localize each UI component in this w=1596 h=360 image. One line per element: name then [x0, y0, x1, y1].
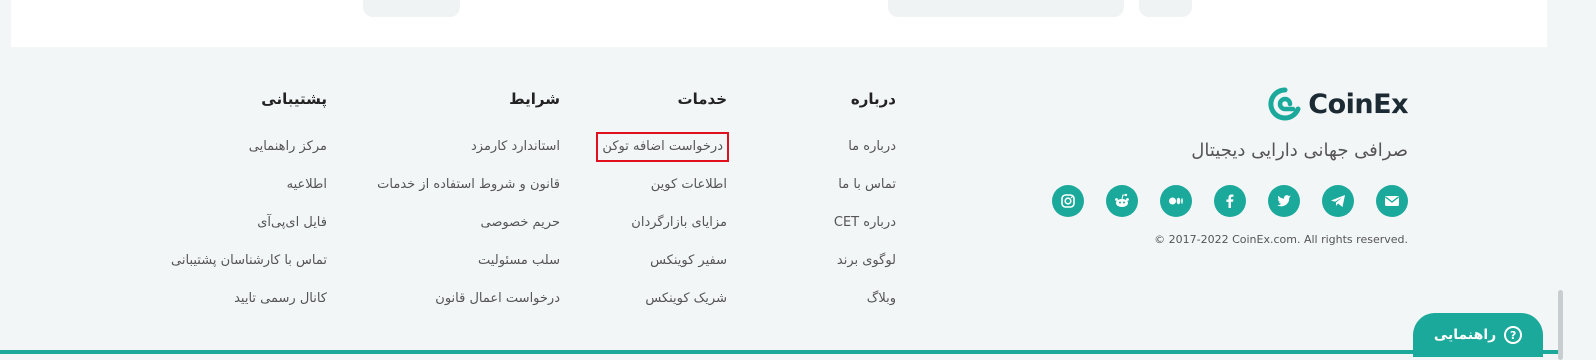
scrollbar-thumb[interactable]	[1558, 290, 1563, 360]
column-title: درباره	[850, 90, 896, 108]
top-content-card	[11, 0, 1547, 47]
footer-column-terms: شرایط استاندارد کارمزد قانون و شروط استف…	[377, 88, 560, 318]
link-market-maker-benefits[interactable]: مزایای بازارگردان	[598, 204, 727, 242]
footer-column-services: خدمات درخواست اضافه توکن اطلاعات کوین مز…	[596, 88, 729, 318]
link-fee-standard[interactable]: استاندارد کارمزد	[377, 128, 560, 166]
help-button[interactable]: ? راهنمایی	[1413, 313, 1543, 357]
twitter-icon[interactable]	[1268, 185, 1300, 217]
bottom-accent-bar	[0, 350, 1596, 354]
page-edge	[1558, 0, 1596, 360]
link-blog[interactable]: وبلاگ	[834, 280, 896, 318]
link-about-cet[interactable]: درباره CET	[834, 204, 896, 242]
mail-icon[interactable]	[1376, 185, 1408, 217]
medium-icon[interactable]	[1160, 185, 1192, 217]
brand-name: CoinEx	[1308, 88, 1408, 120]
footer-column-about: درباره درباره ما تماس با ما درباره CET ل…	[834, 88, 896, 318]
link-token-listing-request[interactable]: درخواست اضافه توکن	[596, 132, 729, 162]
link-partner[interactable]: شریک کوینکس	[598, 280, 727, 318]
copyright-text: © 2017-2022 CoinEx.com. All rights reser…	[1154, 233, 1408, 246]
coinex-logo-icon	[1268, 87, 1301, 121]
link-contact-us[interactable]: تماس با ما	[834, 166, 896, 204]
top-card-element	[888, 0, 1124, 17]
link-ambassador[interactable]: سفیر کوینکس	[598, 242, 727, 280]
link-terms-of-service[interactable]: قانون و شروط استفاده از خدمات	[377, 166, 560, 204]
question-icon: ?	[1504, 326, 1523, 344]
link-law-enforcement[interactable]: درخواست اعمال قانون	[377, 280, 560, 318]
help-button-label: راهنمایی	[1433, 327, 1497, 343]
facebook-icon[interactable]	[1214, 185, 1246, 217]
link-coin-info[interactable]: اطلاعات کوین	[598, 166, 727, 204]
column-title: خدمات	[677, 90, 727, 108]
top-card-element	[1139, 0, 1192, 17]
column-title: شرایط	[509, 90, 560, 108]
link-privacy[interactable]: حریم خصوصی	[377, 204, 560, 242]
link-official-verification[interactable]: کانال رسمی تایید	[171, 280, 327, 318]
footer-column-support: پشتیبانی مرکز راهنمایی اطلاعیه فایل ای‌پ…	[171, 88, 327, 318]
link-brand-logo[interactable]: لوگوی برند	[834, 242, 896, 280]
column-title: پشتیبانی	[261, 90, 327, 108]
reddit-icon[interactable]	[1106, 185, 1138, 217]
link-help-center[interactable]: مرکز راهنمایی	[171, 128, 327, 166]
top-card-element	[363, 0, 460, 17]
brand-tagline: صرافی جهانی دارایی دیجیتال	[1191, 140, 1408, 161]
telegram-icon[interactable]	[1322, 185, 1354, 217]
link-about-us[interactable]: درباره ما	[834, 128, 896, 166]
link-contact-support[interactable]: تماس با کارشناسان پشتیبانی	[171, 242, 327, 280]
social-links	[1052, 185, 1408, 217]
link-announcements[interactable]: اطلاعیه	[171, 166, 327, 204]
link-disclaimer[interactable]: سلب مسئولیت	[377, 242, 560, 280]
link-api-docs[interactable]: فایل ای‌پی‌آی	[171, 204, 327, 242]
logo[interactable]: CoinEx	[1268, 86, 1408, 122]
instagram-icon[interactable]	[1052, 185, 1084, 217]
